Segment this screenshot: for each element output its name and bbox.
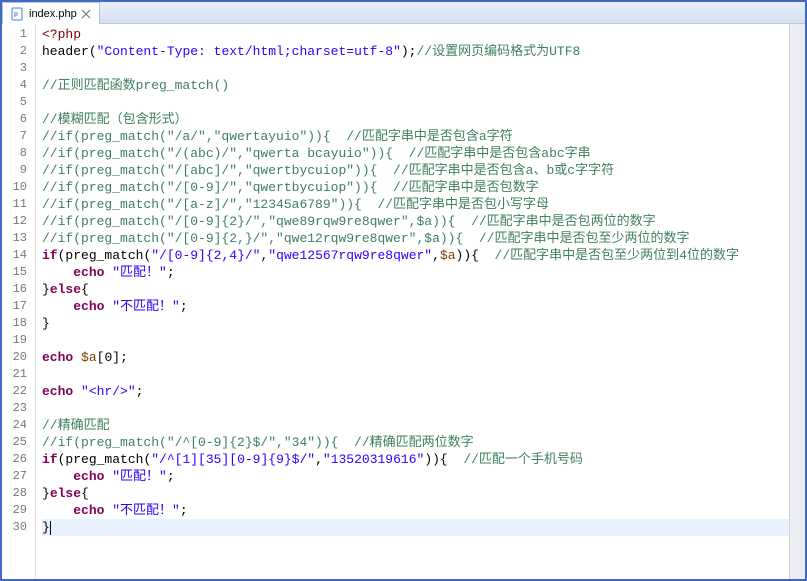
code-line[interactable]: //if(preg_match("/(abc)/","qwerta bcayui… — [42, 145, 789, 162]
line-number: 5 — [2, 94, 35, 111]
code-line[interactable]: echo $a[0]; — [42, 349, 789, 366]
code-line[interactable]: //if(preg_match("/a/","qwertayuio")){ //… — [42, 128, 789, 145]
code-line[interactable]: //模糊匹配（包含形式） — [42, 111, 789, 128]
line-number: 14 — [2, 247, 35, 264]
line-number: 8 — [2, 145, 35, 162]
code-line[interactable]: }else{ — [42, 281, 789, 298]
line-number: 17 — [2, 298, 35, 315]
line-number: 3 — [2, 60, 35, 77]
close-icon[interactable] — [81, 9, 91, 19]
line-number: 23 — [2, 400, 35, 417]
line-number: 20 — [2, 349, 35, 366]
line-number: 10 — [2, 179, 35, 196]
code-line[interactable]: echo "<hr/>"; — [42, 383, 789, 400]
code-line[interactable]: }else{ — [42, 485, 789, 502]
line-number: 27 — [2, 468, 35, 485]
php-file-icon: P — [11, 7, 25, 21]
code-line[interactable]: //if(preg_match("/^[0-9]{2}$/","34")){ /… — [42, 434, 789, 451]
code-editor[interactable]: <?phpheader("Content-Type: text/html;cha… — [36, 24, 789, 579]
code-line[interactable]: if(preg_match("/[0-9]{2,4}/","qwe12567rq… — [42, 247, 789, 264]
line-number: 29 — [2, 502, 35, 519]
line-number: 12 — [2, 213, 35, 230]
code-line[interactable]: } — [42, 315, 789, 332]
line-number: 2 — [2, 43, 35, 60]
code-line[interactable]: <?php — [42, 26, 789, 43]
line-number: 1 — [2, 26, 35, 43]
line-number: 24 — [2, 417, 35, 434]
line-number: 21 — [2, 366, 35, 383]
code-line[interactable]: //if(preg_match("/[abc]/","qwertbycuiop"… — [42, 162, 789, 179]
code-line[interactable]: //if(preg_match("/[a-z]/","12345a6789"))… — [42, 196, 789, 213]
line-number: 18 — [2, 315, 35, 332]
tab-title: index.php — [29, 8, 77, 20]
vertical-scrollbar[interactable] — [789, 24, 805, 579]
line-number: 22 — [2, 383, 35, 400]
code-line[interactable] — [42, 94, 789, 111]
line-number: 30 — [2, 519, 35, 536]
line-number: 11 — [2, 196, 35, 213]
text-cursor — [50, 521, 51, 535]
code-line[interactable]: echo "匹配！"; — [42, 264, 789, 281]
code-line[interactable]: //if(preg_match("/[0-9]{2}/","qwe89rqw9r… — [42, 213, 789, 230]
line-number-gutter: 1234567891011121314151617181920212223242… — [2, 24, 36, 579]
line-number: 15 — [2, 264, 35, 281]
code-line[interactable] — [42, 60, 789, 77]
svg-text:P: P — [14, 13, 18, 19]
code-line[interactable]: echo "不匹配！"; — [42, 298, 789, 315]
tab-index-php[interactable]: P index.php — [2, 2, 100, 24]
line-number: 25 — [2, 434, 35, 451]
line-number: 6 — [2, 111, 35, 128]
code-line[interactable] — [42, 400, 789, 417]
code-line[interactable]: //if(preg_match("/[0-9]{2,}/","qwe12rqw9… — [42, 230, 789, 247]
line-number: 7 — [2, 128, 35, 145]
line-number: 4 — [2, 77, 35, 94]
line-number: 28 — [2, 485, 35, 502]
code-line[interactable]: echo "不匹配！"; — [42, 502, 789, 519]
line-number: 13 — [2, 230, 35, 247]
code-line[interactable]: echo "匹配！"; — [42, 468, 789, 485]
code-line[interactable]: //正则匹配函数preg_match() — [42, 77, 789, 94]
line-number: 26 — [2, 451, 35, 468]
code-line[interactable] — [42, 366, 789, 383]
line-number: 19 — [2, 332, 35, 349]
code-line[interactable]: //精确匹配 — [42, 417, 789, 434]
tab-bar: P index.php — [2, 2, 805, 24]
code-line[interactable]: //if(preg_match("/[0-9]/","qwertbycuiop"… — [42, 179, 789, 196]
code-line[interactable]: } — [42, 519, 789, 536]
line-number: 9 — [2, 162, 35, 179]
editor-area: 1234567891011121314151617181920212223242… — [2, 24, 805, 579]
line-number: 16 — [2, 281, 35, 298]
code-line[interactable]: header("Content-Type: text/html;charset=… — [42, 43, 789, 60]
editor-window: P index.php 1234567891011121314151617181… — [0, 0, 807, 581]
code-line[interactable]: if(preg_match("/^[1][35][0-9]{9}$/","135… — [42, 451, 789, 468]
code-line[interactable] — [42, 332, 789, 349]
